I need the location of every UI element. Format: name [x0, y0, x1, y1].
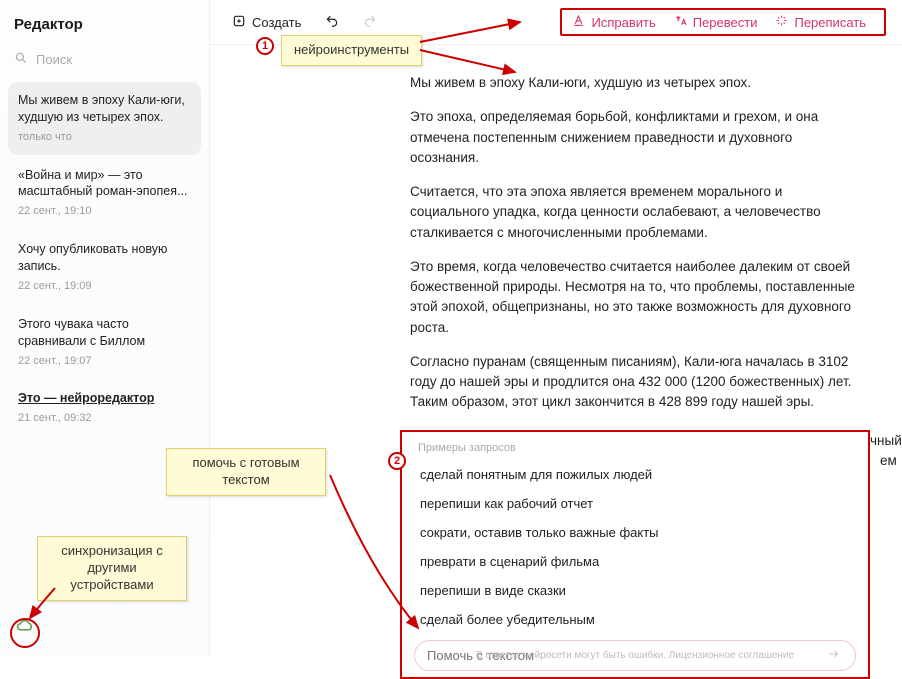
redo-button[interactable] [357, 10, 383, 35]
note-item[interactable]: Этого чувака часто сравнивали с Биллом 2… [8, 306, 201, 379]
annotation-callout: помочь с готовым текстом [166, 448, 326, 496]
text-fragment: чный [870, 431, 902, 451]
ai-translate-button[interactable]: Перевести [674, 14, 758, 30]
annotation-callout: синхронизация с другими устройствами [37, 536, 187, 601]
translate-icon [674, 14, 687, 30]
annotation-callout: нейроинструменты [281, 35, 422, 66]
undo-button[interactable] [319, 10, 345, 35]
prompt-example[interactable]: сделай понятным для пожилых людей [414, 460, 856, 489]
paragraph: Согласно пуранам (священным писаниям), К… [410, 352, 862, 413]
note-item[interactable]: Хочу опубликовать новую запись. 22 сент.… [8, 231, 201, 304]
paragraph: Это время, когда человечество считается … [410, 257, 862, 338]
prompt-example[interactable]: преврати в сценарий фильма [414, 547, 856, 576]
prompt-examples-list: сделай понятным для пожилых людей перепи… [414, 460, 856, 634]
ai-rewrite-button[interactable]: Переписать [775, 14, 866, 30]
note-item[interactable]: «Война и мир» — это масштабный роман-эпо… [8, 157, 201, 230]
prompt-examples-label: Примеры запросов [414, 442, 856, 454]
annotation-badge: 1 [256, 37, 274, 55]
note-item[interactable]: Это — нейроредактор 21 сент., 09:32 [8, 380, 201, 436]
undo-icon [325, 14, 339, 31]
annotation-circle [10, 618, 40, 648]
sparkle-icon [775, 14, 788, 30]
ai-prompt-popup: Примеры запросов сделай понятным для пож… [400, 430, 870, 679]
ai-tools-group: Исправить Перевести Переписать [560, 8, 886, 36]
search-icon [14, 51, 28, 68]
paragraph: Считается, что эта эпоха является времен… [410, 182, 862, 243]
fix-icon [572, 14, 585, 30]
prompt-example[interactable]: перепиши в виде сказки [414, 576, 856, 605]
ai-disclaimer: В ответах нейросети могут быть ошибки. Л… [400, 646, 870, 661]
search-placeholder: Поиск [36, 52, 72, 67]
redo-icon [363, 14, 377, 31]
paragraph: Мы живем в эпоху Кали-юги, худшую из чет… [410, 73, 862, 93]
prompt-example[interactable]: перепиши как рабочий отчет [414, 489, 856, 518]
prompt-example[interactable]: сократи, оставив только важные факты [414, 518, 856, 547]
note-list: Мы живем в эпоху Кали-юги, худшую из чет… [0, 82, 209, 608]
note-item[interactable]: Мы живем в эпоху Кали-юги, худшую из чет… [8, 82, 201, 155]
paragraph: Это эпоха, определяемая борьбой, конфлик… [410, 107, 862, 168]
ai-fix-button[interactable]: Исправить [572, 14, 655, 30]
annotation-badge: 2 [388, 452, 406, 470]
prompt-example[interactable]: сделай более убедительным [414, 605, 856, 634]
plus-icon [232, 14, 246, 31]
app-title: Редактор [0, 10, 209, 45]
search-input[interactable]: Поиск [0, 45, 209, 82]
create-button[interactable]: Создать [226, 10, 307, 35]
text-fragment: ем [880, 451, 897, 471]
